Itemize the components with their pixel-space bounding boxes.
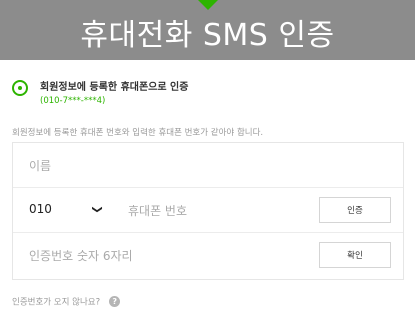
phone-match-notice: 회원정보에 등록한 휴대폰 번호와 입력한 휴대폰 번호가 같아야 합니다. [12,128,264,138]
code-row: 인증번호 숫자 6자리 확인 [13,233,403,278]
carrier-prefix-value: 010 [29,202,52,216]
page-title: 휴대전화 SMS 인증 [80,18,335,53]
request-verification-button[interactable]: 인증 [319,197,391,223]
auth-option-label: 회원정보에 등록한 휴대폰으로 인증 [40,82,189,93]
chevron-down-icon[interactable]: ❯ [92,205,103,213]
code-not-received-help[interactable]: 인증번호가 오지 않나요? ? [12,291,121,310]
phone-number-field[interactable]: 휴대폰 번호 [128,202,187,219]
phone-row: 010 ❯ 휴대폰 번호 인증 [13,188,403,233]
verification-form: 이름 010 ❯ 휴대폰 번호 인증 인증번호 숫자 6자리 확인 [12,142,404,280]
name-placeholder: 이름 [29,159,52,173]
page-header: 휴대전화 SMS 인증 [0,0,415,60]
name-field[interactable]: 이름 [13,143,403,188]
help-text: 인증번호가 오지 않나요? [12,297,101,308]
auth-option-registered-phone[interactable]: 회원정보에 등록한 휴대폰으로 인증 (010-7***-***4) [12,74,402,114]
radio-selected-icon[interactable] [12,80,28,96]
header-notch-icon [198,0,218,10]
confirm-code-button[interactable]: 확인 [319,242,391,268]
masked-phone-number: (010-7***-***4) [40,96,106,106]
question-mark-icon[interactable]: ? [109,296,121,307]
verification-code-field[interactable]: 인증번호 숫자 6자리 [29,247,133,264]
